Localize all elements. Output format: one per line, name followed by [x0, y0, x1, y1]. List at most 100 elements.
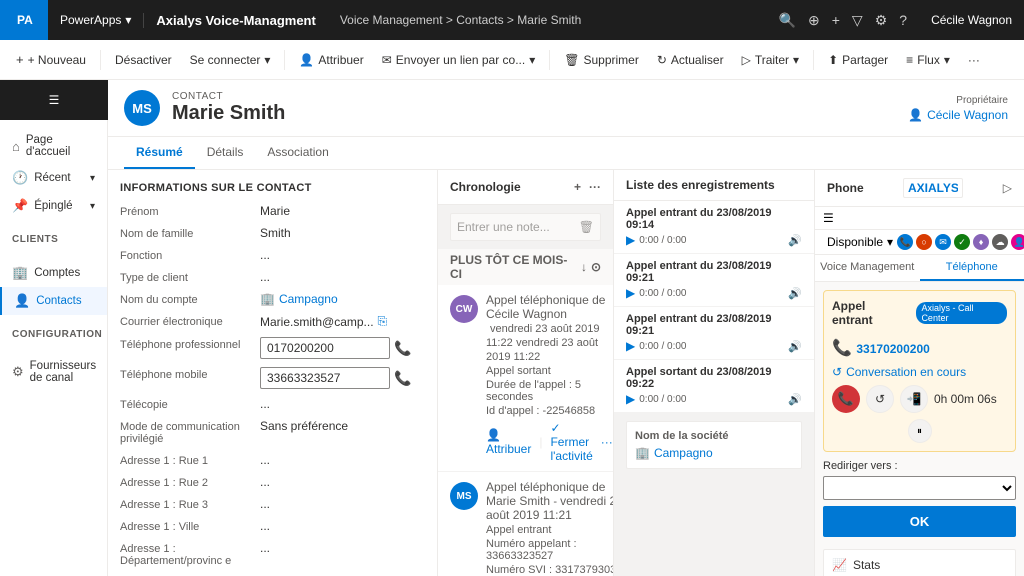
tab-resume[interactable]: Résumé [124, 137, 195, 169]
deactivate-button[interactable]: Désactiver [107, 47, 180, 73]
assign-button[interactable]: 👤Attribuer [291, 47, 371, 73]
phone-tab-telephone[interactable]: Téléphone [920, 255, 1024, 281]
axialys-badge: Axialys - Call Center [916, 302, 1007, 324]
send-link-button[interactable]: ✉Envoyer un lien par co...▾ [374, 47, 544, 73]
status-icon-6[interactable]: ☁ [992, 234, 1008, 250]
transfer-call-button[interactable]: 📲 [900, 385, 928, 413]
contact-name: Marie Smith [172, 102, 285, 125]
delete-button[interactable]: 🗑Supprimer [556, 47, 647, 73]
call-controls: 📞 ↺ 📲 0h 00m 06s [832, 385, 1007, 413]
call-phone-pro-icon[interactable]: 📞 [394, 340, 411, 357]
field-value-phone-pro: 📞 [260, 337, 425, 359]
settings-icon[interactable]: ⚙ [875, 12, 888, 29]
sidebar-item-home[interactable]: ⌂ Page d'accueil [0, 128, 107, 164]
field-label-email: Courrier électronique [120, 314, 260, 328]
sidebar-item-accounts[interactable]: 🏢 Comptes [0, 259, 107, 287]
more-activities-icon[interactable]: ··· [589, 180, 601, 194]
new-button[interactable]: ++ Nouveau [8, 46, 94, 73]
phone-pro-input[interactable] [260, 337, 390, 359]
add-activity-icon[interactable]: + [574, 180, 581, 194]
tab-association[interactable]: Association [255, 137, 340, 169]
hangup-button[interactable]: 📞 [832, 385, 860, 413]
phone-menu-icon[interactable]: ☰ [823, 211, 834, 225]
volume-icon[interactable]: 🔊 [788, 393, 802, 406]
filter-list-icon[interactable]: ⊙ [591, 260, 601, 274]
field-label-addr1: Adresse 1 : Rue 1 [120, 453, 260, 467]
search-icon[interactable]: 🔍 [779, 12, 796, 29]
plus-icon[interactable]: + [832, 12, 840, 28]
phone-menu-bar: ☰ [815, 207, 1024, 230]
status-icon-2[interactable]: ○ [916, 234, 932, 250]
recording-time: 0:00 / 0:00 [639, 341, 686, 352]
status-icon-7[interactable]: 👤 [1011, 234, 1024, 250]
recording-controls: ▶ 0:00 / 0:00 🔊 [626, 286, 802, 300]
status-icon-4[interactable]: ✓ [954, 234, 970, 250]
help-icon[interactable]: ? [899, 12, 907, 28]
attrib-btn-1[interactable]: 👤 Attribuer [486, 428, 531, 456]
toolbar-icons: 🔍 ⊕ + ▽ ⚙ ? [767, 12, 920, 29]
volume-icon[interactable]: 🔊 [788, 287, 802, 300]
copy-email-icon[interactable]: ⎘ [378, 314, 388, 329]
close-btn-1[interactable]: ✓ Fermer l'activité [550, 421, 592, 463]
sort-icon[interactable]: ↓ [581, 260, 587, 274]
activity-type: Appel sortant [486, 365, 613, 377]
status-icon-1[interactable]: 📞 [897, 234, 913, 250]
recording-controls: ▶ 0:00 / 0:00 🔊 [626, 233, 802, 247]
flux-button[interactable]: ≡Flux▾ [898, 47, 958, 73]
pause-button[interactable]: ⏸ [908, 419, 932, 443]
field-value-account[interactable]: 🏢 Campagno [260, 292, 425, 306]
sidebar-item-recent[interactable]: 🕐 Récent ▾ [0, 164, 107, 192]
phone-mobile-input[interactable] [260, 367, 390, 389]
process-button[interactable]: ▷Traiter▾ [734, 47, 808, 73]
redirect-select[interactable] [823, 476, 1016, 500]
field-address3: Adresse 1 : Rue 3 ... [120, 497, 425, 511]
refresh-button[interactable]: ↻Actualiser [649, 47, 732, 73]
target-icon[interactable]: ⊕ [808, 12, 820, 29]
recent-icon: 🕐 [12, 170, 28, 186]
company-link[interactable]: 🏢 Campagno [635, 446, 793, 460]
sidebar-item-contacts[interactable]: 👤 Contacts [0, 287, 107, 315]
activity-content: Appel téléphonique de Cécile Wagnon vend… [486, 293, 613, 463]
separator [813, 50, 814, 70]
status-icon-5[interactable]: ♦ [973, 234, 989, 250]
more-button[interactable]: ··· [960, 47, 988, 73]
note-input[interactable]: Entrer une note... 🗑 [450, 213, 601, 241]
field-label-type: Type de client [120, 270, 260, 284]
hamburger-icon[interactable]: ☰ [0, 80, 108, 120]
field-label-city: Adresse 1 : Ville [120, 519, 260, 533]
app-title: Axialys Voice-Managment [143, 13, 327, 28]
refresh-call-button[interactable]: ↺ [866, 385, 894, 413]
activity-item: MS Appel téléphonique de Marie Smith - v… [438, 472, 613, 576]
field-label-fonction: Fonction [120, 248, 260, 262]
config-section: ⚙ Fournisseurs de canal [0, 346, 107, 398]
delete-note-icon[interactable]: 🗑 [579, 220, 594, 234]
app-name[interactable]: PowerApps ▾ [48, 13, 143, 27]
play-btn[interactable]: ▶ [626, 339, 635, 353]
sidebar-item-pinned[interactable]: 📌 Épinglé ▾ [0, 192, 107, 220]
separator [549, 50, 550, 70]
call-mobile-icon[interactable]: 📞 [394, 370, 411, 387]
status-icons: 📞 ○ ✉ ✓ ♦ ☁ 👤 [897, 234, 1024, 250]
play-btn[interactable]: ▶ [626, 392, 635, 406]
more-btn-1[interactable]: ··· [601, 435, 613, 449]
play-btn[interactable]: ▶ [626, 233, 635, 247]
stats-button[interactable]: 📈 Stats [823, 549, 1016, 576]
recording-controls: ▶ 0:00 / 0:00 🔊 [626, 392, 802, 406]
filter-icon[interactable]: ▽ [852, 12, 863, 29]
volume-icon[interactable]: 🔊 [788, 234, 802, 247]
expand-phone-icon[interactable]: ▷ [1003, 181, 1012, 195]
status-icon-3[interactable]: ✉ [935, 234, 951, 250]
share-button[interactable]: ⬆Partager [820, 47, 896, 73]
ok-button[interactable]: OK [823, 506, 1016, 537]
sidebar-item-channel[interactable]: ⚙ Fournisseurs de canal [0, 354, 107, 390]
recording-item: Appel entrant du 23/08/2019 09:14 ▶ 0:00… [614, 201, 814, 254]
play-btn[interactable]: ▶ [626, 286, 635, 300]
volume-icon[interactable]: 🔊 [788, 340, 802, 353]
owner-name: 👤 Cécile Wagnon [908, 108, 1008, 122]
tab-details[interactable]: Détails [195, 137, 256, 169]
connect-button[interactable]: Se connecter▾ [182, 47, 279, 73]
field-value-email: Marie.smith@camp... ⎘ [260, 314, 425, 329]
phone-tab-voice[interactable]: Voice Management [815, 255, 920, 281]
recording-item: Appel entrant du 23/08/2019 09:21 ▶ 0:00… [614, 307, 814, 360]
recording-date: Appel sortant du 23/08/2019 09:22 [626, 366, 802, 390]
